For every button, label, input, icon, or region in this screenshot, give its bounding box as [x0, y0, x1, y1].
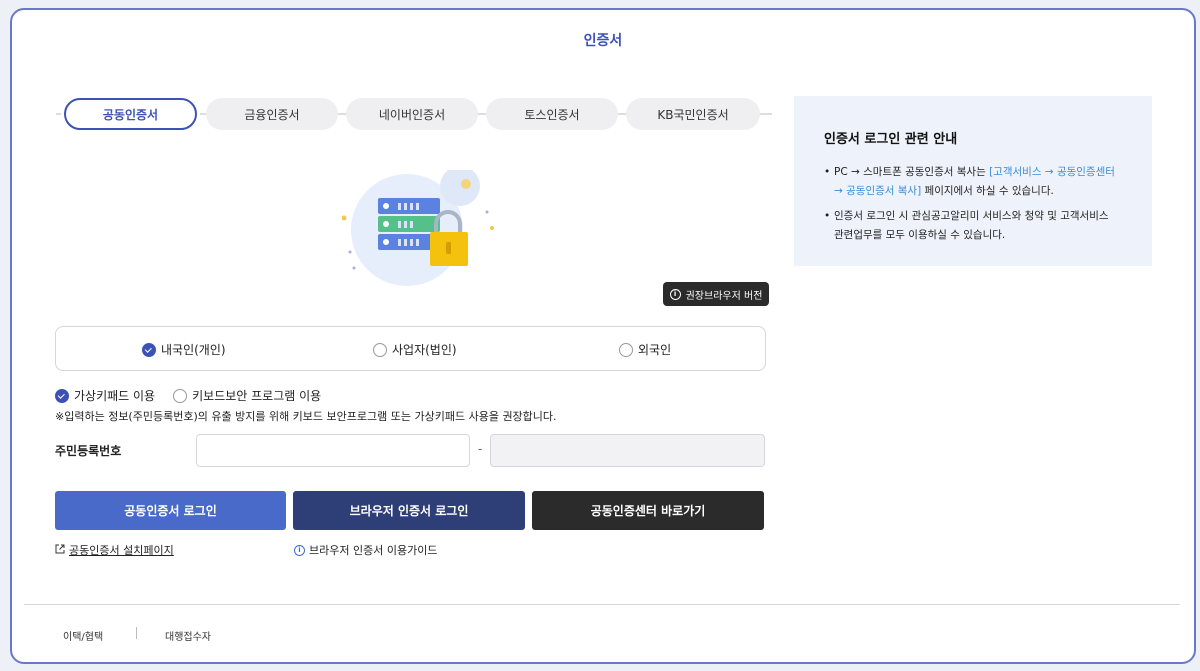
external-link-icon: [55, 544, 65, 557]
main-window: 인증서 공동인증서 금융인증서 네이버인증서 토스인증서 KB국민인증서 i 권…: [10, 8, 1196, 664]
page-title: 인증서: [583, 33, 623, 49]
install-page-label: 공동인증서 설치페이지: [69, 544, 174, 557]
footer-divider: [24, 604, 1180, 605]
user-type-label: 외국인: [638, 343, 672, 357]
user-type-foreigner[interactable]: 외국인: [619, 341, 671, 358]
browser-guide-link[interactable]: i 브라우저 인증서 이용가이드: [294, 542, 437, 558]
radio-unchecked-icon: [173, 388, 188, 403]
certificate-center-button[interactable]: 공동인증센터 바로가기: [532, 491, 764, 530]
info-icon: i: [669, 288, 681, 300]
footer-separator: [136, 627, 137, 639]
keyboard-options: 가상키패드 이용 키보드보안 프로그램 이용: [55, 387, 321, 404]
tab-financial-certificate[interactable]: 금융인증서: [206, 98, 338, 130]
user-type-label: 사업자(법인): [392, 343, 457, 357]
keyboard-option-label: 키보드보안 프로그램 이용: [192, 389, 322, 403]
tab-joint-certificate[interactable]: 공동인증서: [64, 98, 197, 130]
security-notice: ※입력하는 정보(주민등록번호)의 유출 방지를 위해 키보드 보안프로그램 또…: [55, 410, 557, 423]
guide-title: 인증서 로그인 관련 안내: [824, 132, 958, 147]
radio-unchecked-icon: [619, 342, 633, 357]
guide-text: PC → 스마트폰 공동인증서 복사는: [834, 166, 990, 178]
virtual-keypad-option[interactable]: 가상키패드 이용: [55, 387, 155, 404]
joint-certificate-login-button[interactable]: 공동인증서 로그인: [55, 491, 286, 530]
login-guide-box: 인증서 로그인 관련 안내 PC → 스마트폰 공동인증서 복사는 [고객서비스…: [794, 96, 1152, 266]
radio-unchecked-icon: [373, 342, 387, 357]
radio-checked-icon: [142, 342, 156, 357]
tab-naver-certificate[interactable]: 네이버인증서: [346, 98, 478, 130]
guide-highlight: → 공동인증서 복사]: [834, 185, 922, 197]
guide-text: 페이지에서 하실 수 있습니다.: [921, 185, 1054, 197]
guide-text: 관련업무를 모두 이용하실 수 있습니다.: [834, 229, 1006, 241]
info-icon: i: [294, 544, 305, 556]
footer-link-2[interactable]: 대행접수자: [165, 628, 211, 643]
tab-kb-certificate[interactable]: KB국민인증서: [626, 98, 760, 130]
certificate-tabs: 공동인증서 금융인증서 네이버인증서 토스인증서 KB국민인증서: [56, 98, 772, 130]
user-type-selector: 내국인(개인) 사업자(법인) 외국인: [55, 326, 766, 371]
rrn-label: 주민등록번호: [55, 444, 122, 458]
install-page-link[interactable]: 공동인증서 설치페이지: [55, 542, 174, 558]
keyboard-option-label: 가상키패드 이용: [74, 389, 156, 403]
recommended-browser-button[interactable]: i 권장브라우저 버전: [663, 282, 769, 306]
server-lock-illustration: [341, 166, 502, 290]
user-type-label: 내국인(개인): [161, 343, 226, 357]
guide-item: PC → 스마트폰 공동인증서 복사는 [고객서비스 → 공동인증센터 → 공동…: [824, 163, 1122, 201]
recommended-browser-label: 권장브라우저 버전: [685, 290, 763, 302]
footer-link-1[interactable]: 이택/협택: [63, 628, 103, 643]
tab-toss-certificate[interactable]: 토스인증서: [486, 98, 618, 130]
rrn-back-input[interactable]: [490, 434, 765, 467]
rrn-front-input[interactable]: [196, 434, 470, 467]
rrn-separator: -: [478, 442, 483, 456]
browser-certificate-login-button[interactable]: 브라우저 인증서 로그인: [293, 491, 525, 530]
browser-guide-label: 브라우저 인증서 이용가이드: [309, 544, 438, 557]
guide-text: 인증서 로그인 시 관심공고알리미 서비스와 청약 및 고객서비스: [834, 210, 1109, 222]
guide-item: 인증서 로그인 시 관심공고알리미 서비스와 청약 및 고객서비스 관련업무를 …: [824, 207, 1122, 245]
user-type-business[interactable]: 사업자(법인): [373, 341, 457, 358]
user-type-domestic[interactable]: 내국인(개인): [142, 341, 226, 358]
keyboard-security-option[interactable]: 키보드보안 프로그램 이용: [173, 387, 321, 404]
guide-highlight: [고객서비스 → 공동인증센터: [989, 166, 1115, 178]
radio-checked-icon: [55, 388, 69, 403]
